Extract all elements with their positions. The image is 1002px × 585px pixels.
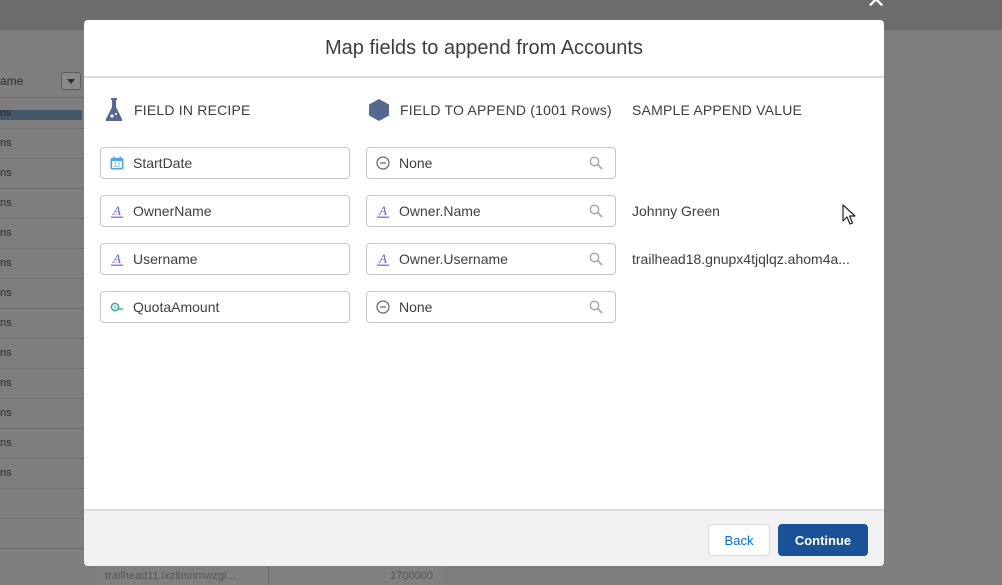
table-row: ns bbox=[0, 459, 84, 489]
text-icon: A bbox=[109, 251, 125, 267]
table-row: ns bbox=[0, 339, 84, 369]
table-row-text: ns bbox=[0, 197, 12, 209]
table-row-text: ns bbox=[0, 227, 12, 239]
dataset-icon bbox=[368, 98, 390, 122]
svg-text:A: A bbox=[112, 204, 121, 218]
table-row: ns bbox=[0, 429, 84, 459]
column-divider bbox=[268, 566, 269, 585]
flask-icon bbox=[104, 98, 124, 122]
recipe-field-label: Username bbox=[133, 251, 198, 267]
text-icon: A bbox=[375, 203, 391, 219]
table-row: ns bbox=[0, 99, 84, 129]
close-icon[interactable]: ✕ bbox=[864, 0, 888, 13]
column-label-recipe: FIELD IN RECIPE bbox=[134, 102, 251, 118]
none-icon bbox=[375, 155, 391, 171]
modal-header: Map fields to append from Accounts bbox=[84, 20, 884, 78]
table-row-text: ns bbox=[0, 317, 12, 329]
table-row-text: ns bbox=[0, 107, 12, 119]
modal-footer: Back Continue bbox=[84, 509, 884, 566]
append-field-label: None bbox=[399, 155, 433, 171]
recipe-field-username[interactable]: A Username bbox=[100, 243, 350, 275]
append-field-select[interactable]: A Owner.Name bbox=[366, 195, 616, 227]
background-table: ame ns ns ns ns ns ns ns ns ns ns ns ns … bbox=[0, 30, 84, 585]
append-field-select[interactable]: A Owner.Username bbox=[366, 243, 616, 275]
svg-text:A: A bbox=[378, 204, 387, 218]
column-header-sample: SAMPLE APPEND VALUE bbox=[632, 97, 802, 123]
calendar-icon: 12 bbox=[109, 155, 125, 171]
recipe-field-quotaamount[interactable]: # QuotaAmount bbox=[100, 291, 350, 323]
table-row: ns bbox=[0, 219, 84, 249]
table-row-text: ns bbox=[0, 347, 12, 359]
svg-text:A: A bbox=[112, 252, 121, 266]
sample-value: trailhead18.gnupx4tjqlqz.ahom4a... bbox=[632, 251, 850, 267]
sample-value: Johnny Green bbox=[632, 203, 720, 219]
search-icon bbox=[589, 300, 603, 314]
table-row-text: ns bbox=[0, 407, 12, 419]
column-label-sample: SAMPLE APPEND VALUE bbox=[632, 102, 803, 118]
column-header-append: FIELD TO APPEND (1001 Rows) bbox=[368, 97, 612, 123]
background-column-label: ame bbox=[0, 74, 24, 88]
append-field-label: None bbox=[399, 299, 433, 315]
table-row-text: ns bbox=[0, 287, 12, 299]
append-field-select[interactable]: None bbox=[366, 291, 616, 323]
recipe-field-label: StartDate bbox=[133, 155, 193, 171]
svg-text:12: 12 bbox=[114, 163, 121, 169]
table-row-text: ns bbox=[0, 467, 12, 479]
table-row-text: ns bbox=[0, 257, 12, 269]
table-row-text: ns bbox=[0, 137, 12, 149]
number-icon: # bbox=[109, 299, 125, 315]
mouse-cursor-icon bbox=[842, 204, 856, 225]
append-field-select[interactable]: None bbox=[366, 147, 616, 179]
table-row: ns bbox=[0, 129, 84, 159]
table-row bbox=[0, 489, 84, 519]
background-bottom-number: 1700000 bbox=[390, 570, 433, 582]
search-icon bbox=[589, 252, 603, 266]
search-icon bbox=[589, 204, 603, 218]
map-fields-modal: Map fields to append from Accounts FIELD… bbox=[84, 20, 884, 566]
table-row: ns bbox=[0, 279, 84, 309]
search-icon bbox=[589, 156, 603, 170]
recipe-field-label: QuotaAmount bbox=[133, 299, 220, 315]
table-row: ns bbox=[0, 189, 84, 219]
table-row: ns bbox=[0, 369, 84, 399]
column-header-recipe: FIELD IN RECIPE bbox=[104, 97, 251, 123]
recipe-field-ownername[interactable]: A OwnerName bbox=[100, 195, 350, 227]
table-row: ns bbox=[0, 249, 84, 279]
background-column-header: ame bbox=[0, 66, 84, 98]
continue-button[interactable]: Continue bbox=[778, 524, 868, 556]
background-right-panel bbox=[884, 30, 1002, 585]
text-icon: A bbox=[375, 251, 391, 267]
background-bottom-text: trailhead11.ixzlbsnmwzgl... bbox=[105, 570, 236, 582]
append-field-label: Owner.Username bbox=[399, 251, 508, 267]
svg-text:A: A bbox=[378, 252, 387, 266]
recipe-field-startdate[interactable]: 12 StartDate bbox=[100, 147, 350, 179]
none-icon bbox=[375, 299, 391, 315]
column-menu-button bbox=[61, 72, 81, 90]
table-row: ns bbox=[0, 159, 84, 189]
recipe-field-label: OwnerName bbox=[133, 203, 212, 219]
modal-title: Map fields to append from Accounts bbox=[325, 37, 643, 59]
text-icon: A bbox=[109, 203, 125, 219]
append-field-label: Owner.Name bbox=[399, 203, 481, 219]
background-bottom-row: trailhead11.ixzlbsnmwzgl... 1700000 bbox=[95, 565, 445, 585]
table-row-text: ns bbox=[0, 437, 12, 449]
table-row bbox=[0, 519, 84, 549]
table-row: ns bbox=[0, 399, 84, 429]
table-row: ns bbox=[0, 309, 84, 339]
table-row-text: ns bbox=[0, 377, 12, 389]
back-button[interactable]: Back bbox=[708, 524, 770, 556]
column-label-append: FIELD TO APPEND (1001 Rows) bbox=[400, 102, 612, 118]
table-row-text: ns bbox=[0, 167, 12, 179]
